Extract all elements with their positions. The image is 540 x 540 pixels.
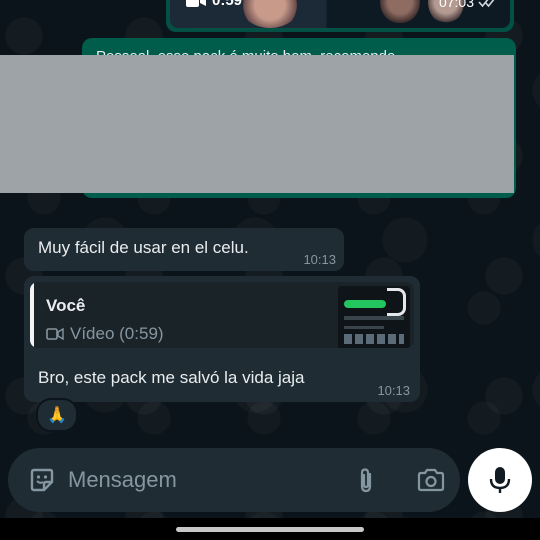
video-message-bubble[interactable]: 0:59 07:03 [166, 0, 514, 32]
praying-hands-emoji: 🙏 [47, 407, 67, 424]
paperclip-icon[interactable] [352, 466, 380, 494]
message-input[interactable]: Mensagem [68, 467, 177, 493]
video-thumbnail[interactable]: 0:59 07:03 [170, 0, 510, 28]
message-timestamp: 10:13 [303, 252, 336, 267]
quote-thumbnail [338, 286, 410, 348]
voice-message-button[interactable] [468, 448, 532, 512]
quote-media-label: Vídeo (0:59) [70, 324, 164, 343]
thumbnail-line [344, 316, 404, 320]
incoming-message-bubble[interactable]: Você Vídeo (0:59) Bro, este pack me salv… [24, 276, 420, 402]
message-composer[interactable]: Mensagem [8, 448, 460, 512]
incoming-message-bubble[interactable]: Muy fácil de usar en el celu. 10:13 [24, 228, 344, 271]
video-camera-icon [186, 0, 206, 7]
quoted-message[interactable]: Você Vídeo (0:59) [30, 282, 414, 348]
video-duration: 0:59 [186, 0, 242, 9]
redaction-overlay [0, 55, 514, 193]
camera-icon[interactable] [416, 466, 446, 494]
video-duration-label: 0:59 [212, 0, 243, 9]
thumbnail-line [344, 326, 384, 329]
message-text: Bro, este pack me salvó la vida jaja [38, 368, 305, 387]
message-timestamp: 10:13 [377, 383, 410, 398]
thumbnail-row [344, 334, 404, 344]
thumbnail-button-shape [344, 300, 386, 308]
home-indicator[interactable] [176, 527, 364, 532]
message-reaction[interactable]: 🙏 [36, 398, 78, 432]
video-time-label: 07:03 [438, 0, 474, 10]
video-timestamp: 07:03 [439, 0, 498, 10]
thumbnail-logo [387, 288, 406, 316]
message-text: Muy fácil de usar en el celu. [38, 238, 249, 257]
thumbnail-face [240, 0, 300, 28]
thumbnail-face [380, 0, 420, 24]
microphone-icon [489, 467, 511, 493]
quote-accent-bar [30, 282, 34, 348]
quote-media-info: Vídeo (0:59) [46, 324, 164, 344]
double-check-icon [478, 0, 495, 8]
video-camera-icon [46, 327, 64, 341]
quote-author: Você [46, 296, 86, 315]
sticker-icon[interactable] [28, 466, 56, 494]
